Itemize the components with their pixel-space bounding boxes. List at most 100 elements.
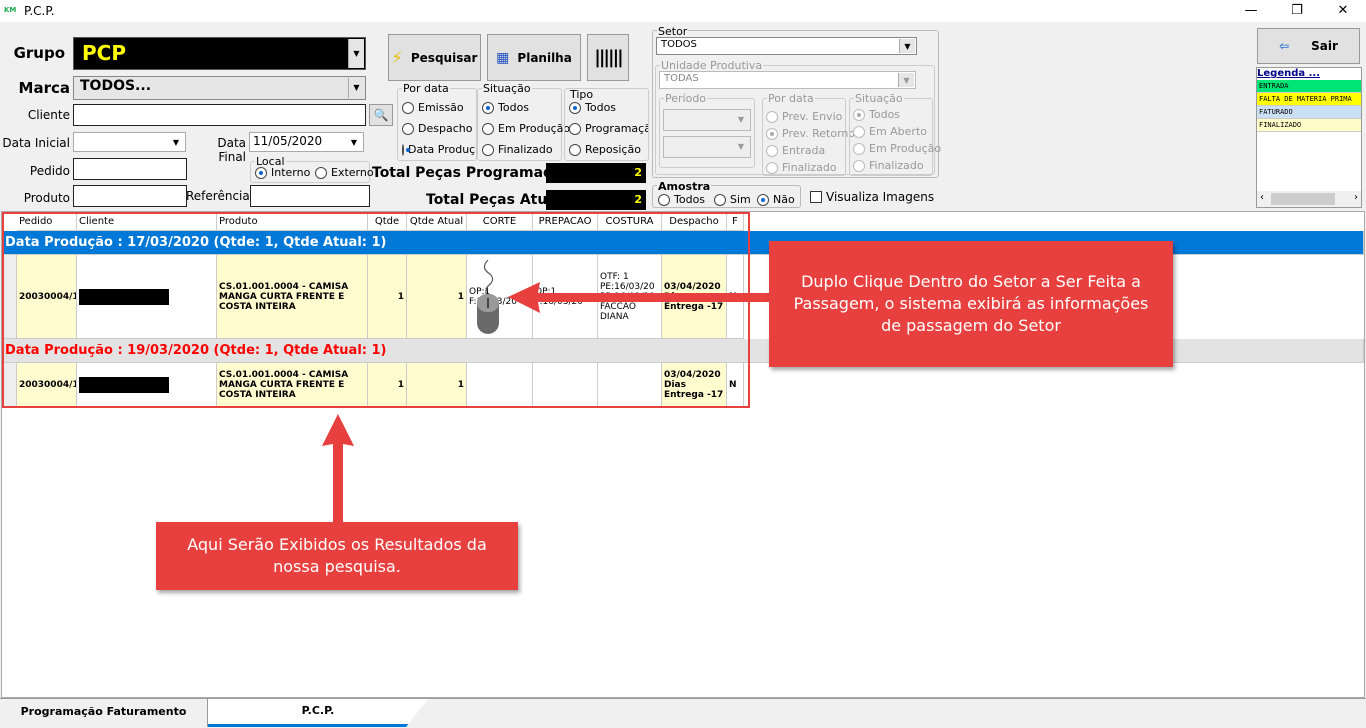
minimize-button[interactable]: —	[1228, 0, 1274, 22]
maximize-button[interactable]: ❐	[1274, 0, 1320, 22]
window-title: P.C.P.	[24, 4, 55, 18]
grid-cell-qtde_atual[interactable]: 1	[407, 255, 467, 339]
data-producao-radio[interactable]: Data Produção	[402, 143, 476, 156]
local-group: Local Interno Externo	[250, 155, 374, 183]
setor-situacao-group: Situação Todos Em Aberto Em Produção Fin…	[849, 92, 941, 176]
marca-select[interactable]: TODOS... ▼	[73, 76, 366, 100]
setor-callout: Duplo Clique Dentro do Setor a Ser Feita…	[769, 241, 1173, 367]
unidade-select[interactable]: TODAS ▼	[659, 71, 916, 89]
column-header[interactable]: Qtde Atual	[407, 212, 467, 231]
legend-title[interactable]: Legenda ...	[1257, 68, 1361, 80]
column-header[interactable]: Qtde	[368, 212, 407, 231]
grid-cell-cliente[interactable]	[77, 363, 217, 407]
column-header[interactable]: Pedido	[17, 212, 77, 231]
amostra-nao-radio[interactable]: Não	[757, 193, 795, 206]
situacao-title: Situação	[482, 82, 532, 95]
periodo-start-select[interactable]: ▼	[663, 109, 751, 131]
grid-cell-despacho[interactable]: 03/04/2020 Dias Entrega -17	[662, 363, 727, 407]
reposicao-radio[interactable]: Reposição	[569, 143, 641, 156]
setor-select[interactable]: TODOS ▼	[656, 37, 917, 55]
situacao-todos-radio[interactable]: Todos	[482, 101, 529, 114]
amostra-sim-radio[interactable]: Sim	[714, 193, 751, 206]
grid-cell-prepacao[interactable]	[533, 363, 598, 407]
sair-button[interactable]: ⇦ Sair	[1257, 28, 1360, 64]
grupo-select[interactable]: PCP ▼	[73, 37, 366, 70]
referencia-input[interactable]	[250, 185, 370, 207]
row-indicator[interactable]	[2, 255, 17, 339]
local-interno-radio[interactable]: Interno	[255, 166, 310, 179]
grid-cell-corte[interactable]	[467, 363, 533, 407]
legend-panel: Legenda ... ENTRADA FALTA DE MATERIA PRIM…	[1256, 67, 1362, 208]
grid-cell-costura[interactable]	[598, 363, 662, 407]
grid-cell-pedido[interactable]: 20030004/1	[17, 363, 77, 407]
barcode-icon: ||||||	[594, 47, 623, 68]
setor-group: Setor TODOS ▼ Unidade Produtiva TODAS ▼ Pe…	[652, 25, 941, 178]
data-inicial-picker[interactable]: ▼	[73, 132, 186, 152]
total-atual-value: 2	[546, 190, 646, 210]
referencia-label: Referência	[186, 189, 250, 203]
programacao-radio[interactable]: Programação	[569, 122, 648, 135]
column-header[interactable]: F	[727, 212, 744, 231]
legend-item: FATURADO	[1257, 106, 1361, 119]
arrow-up-icon	[322, 414, 354, 522]
grid-cell-pedido[interactable]: 20030004/1	[17, 255, 77, 339]
row-indicator[interactable]	[2, 363, 17, 407]
data-inicial-label: Data Inicial	[2, 136, 70, 150]
em-producao-radio[interactable]: Em Produção	[482, 122, 570, 135]
lightning-icon: ⚡	[391, 48, 403, 67]
finalizado-radio[interactable]: Finalizado	[482, 143, 553, 156]
periodo-end-select[interactable]: ▼	[663, 136, 751, 158]
total-programadas-value: 2	[546, 163, 646, 183]
grid-cell-cliente[interactable]	[77, 255, 217, 339]
cliente-input[interactable]	[73, 104, 366, 126]
visualiza-imagens-checkbox[interactable]: Visualiza Imagens	[810, 190, 934, 204]
marca-value: TODOS...	[80, 78, 152, 94]
tipo-group: Tipo Todos Programação Reposição	[564, 88, 649, 161]
tab-programacao-faturamento[interactable]: Programação Faturamento	[0, 699, 208, 727]
local-externo-radio[interactable]: Externo	[315, 166, 374, 179]
tab-pcp[interactable]: P.C.P.	[208, 699, 428, 727]
despacho-radio[interactable]: Despacho	[402, 122, 472, 135]
legend-item: ENTRADA	[1257, 80, 1361, 93]
column-header[interactable]: CORTE	[467, 212, 533, 231]
entrada-radio[interactable]: Entrada	[766, 144, 825, 157]
search-cliente-button[interactable]: 🔍	[369, 104, 393, 126]
em-aberto-radio[interactable]: Em Aberto	[853, 125, 927, 138]
produto-input[interactable]	[73, 185, 187, 207]
emissao-radio[interactable]: Emissão	[402, 101, 464, 114]
grid-cell-produto[interactable]: CS.01.001.0004 - CAMISA MANGA CURTA FREN…	[217, 255, 368, 339]
grid-cell-produto[interactable]: CS.01.001.0004 - CAMISA MANGA CURTA FREN…	[217, 363, 368, 407]
amostra-todos-radio[interactable]: Todos	[658, 193, 705, 206]
column-header[interactable]: Cliente	[77, 212, 217, 231]
chevron-down-icon: ▼	[346, 134, 362, 150]
barcode-button[interactable]: ||||||	[587, 34, 629, 81]
setor-todos-radio[interactable]: Todos	[853, 108, 900, 121]
grid-cell-qtde[interactable]: 1	[368, 363, 407, 407]
setor-situacao-title: Situação	[854, 92, 904, 105]
pedido-label: Pedido	[29, 164, 70, 178]
setor-finalizado2-radio[interactable]: Finalizado	[853, 159, 924, 172]
legend-scrollbar[interactable]: ‹ ›	[1257, 191, 1361, 207]
exit-door-icon: ⇦	[1279, 39, 1290, 53]
setor-em-producao-radio[interactable]: Em Produção	[853, 142, 941, 155]
data-final-value: 11/05/2020	[253, 134, 323, 148]
tipo-todos-radio[interactable]: Todos	[569, 101, 616, 114]
column-header[interactable]: Produto	[217, 212, 368, 231]
data-final-picker[interactable]: 11/05/2020 ▼	[249, 132, 364, 152]
grid-cell-f[interactable]: N	[727, 363, 744, 407]
setor-finalizado-radio[interactable]: Finalizado	[766, 161, 837, 174]
prev-envio-radio[interactable]: Prev. Envio	[766, 110, 842, 123]
setor-por-data-title: Por data	[767, 92, 815, 105]
pesquisar-button[interactable]: ⚡ Pesquisar	[388, 34, 481, 81]
chevron-down-icon: ▼	[348, 39, 364, 68]
planilha-button[interactable]: ▦ Planilha	[487, 34, 581, 81]
column-header[interactable]: Despacho	[662, 212, 727, 231]
resultados-callout: Aqui Serão Exibidos os Resultados da nos…	[156, 522, 518, 590]
grid-cell-qtde_atual[interactable]: 1	[407, 363, 467, 407]
column-header[interactable]: PREPACAO	[533, 212, 598, 231]
prev-retorno-radio[interactable]: Prev. Retorno	[766, 127, 855, 140]
close-button[interactable]: ✕	[1320, 0, 1366, 22]
column-header[interactable]: COSTURA	[598, 212, 662, 231]
pedido-input[interactable]	[73, 158, 187, 180]
grid-cell-qtde[interactable]: 1	[368, 255, 407, 339]
